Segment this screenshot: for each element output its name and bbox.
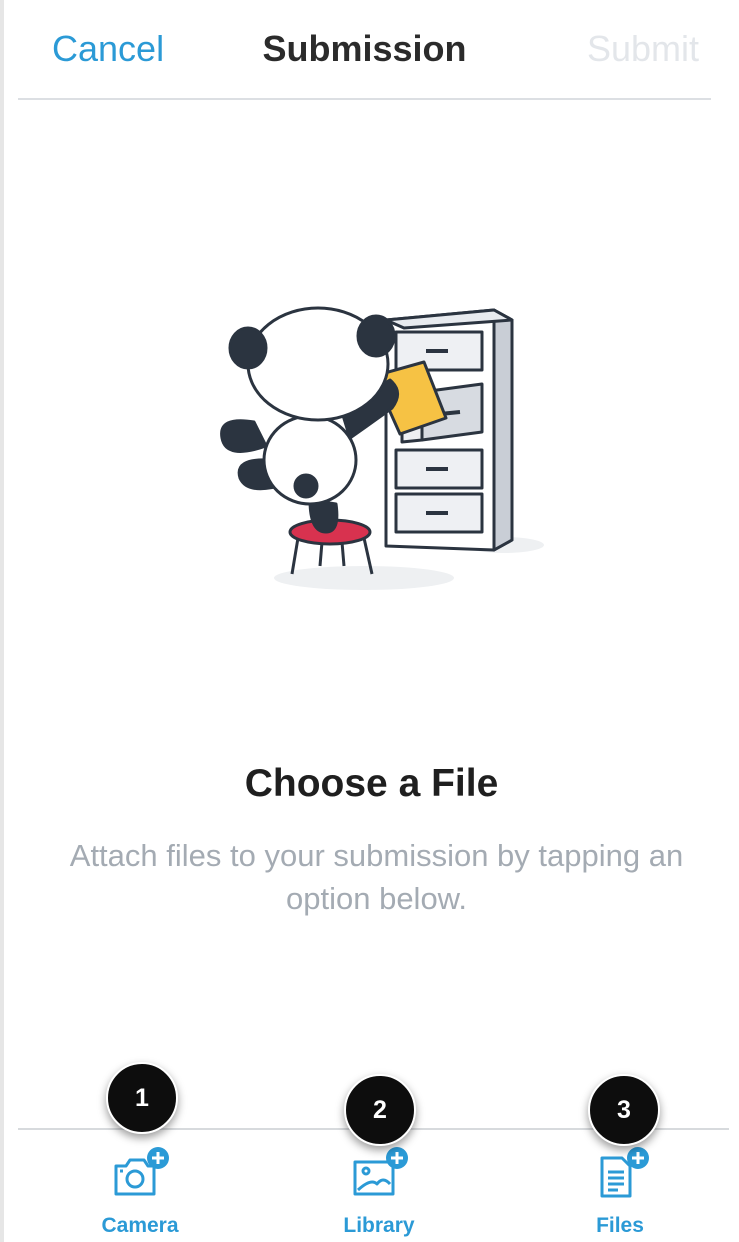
submission-screen: Cancel Submission Submit Choose a File A… (0, 0, 739, 1242)
camera-button[interactable]: Camera (70, 1146, 210, 1242)
library-button[interactable]: Library (309, 1146, 449, 1242)
submit-button[interactable]: Submit (587, 28, 699, 70)
photo-library-add-icon (353, 1147, 408, 1196)
panda (220, 306, 399, 534)
navigation-bar: Cancel Submission Submit (18, 0, 711, 100)
camera-add-icon (114, 1147, 169, 1196)
camera-label: Camera (101, 1214, 179, 1237)
empty-state-title: Choose a File (244, 762, 499, 805)
panda-filing-cabinet-illustration (220, 306, 544, 590)
callout-badge-2: 2 (344, 1074, 416, 1146)
file-add-icon (600, 1147, 649, 1198)
files-label: Files (596, 1214, 644, 1237)
library-label: Library (343, 1214, 415, 1237)
empty-state-description: Attach files to your submission by tappi… (69, 838, 684, 916)
callout-badge-1: 1 (106, 1062, 178, 1134)
callout-badge-3: 3 (588, 1074, 660, 1146)
files-button[interactable]: Files (550, 1146, 690, 1242)
